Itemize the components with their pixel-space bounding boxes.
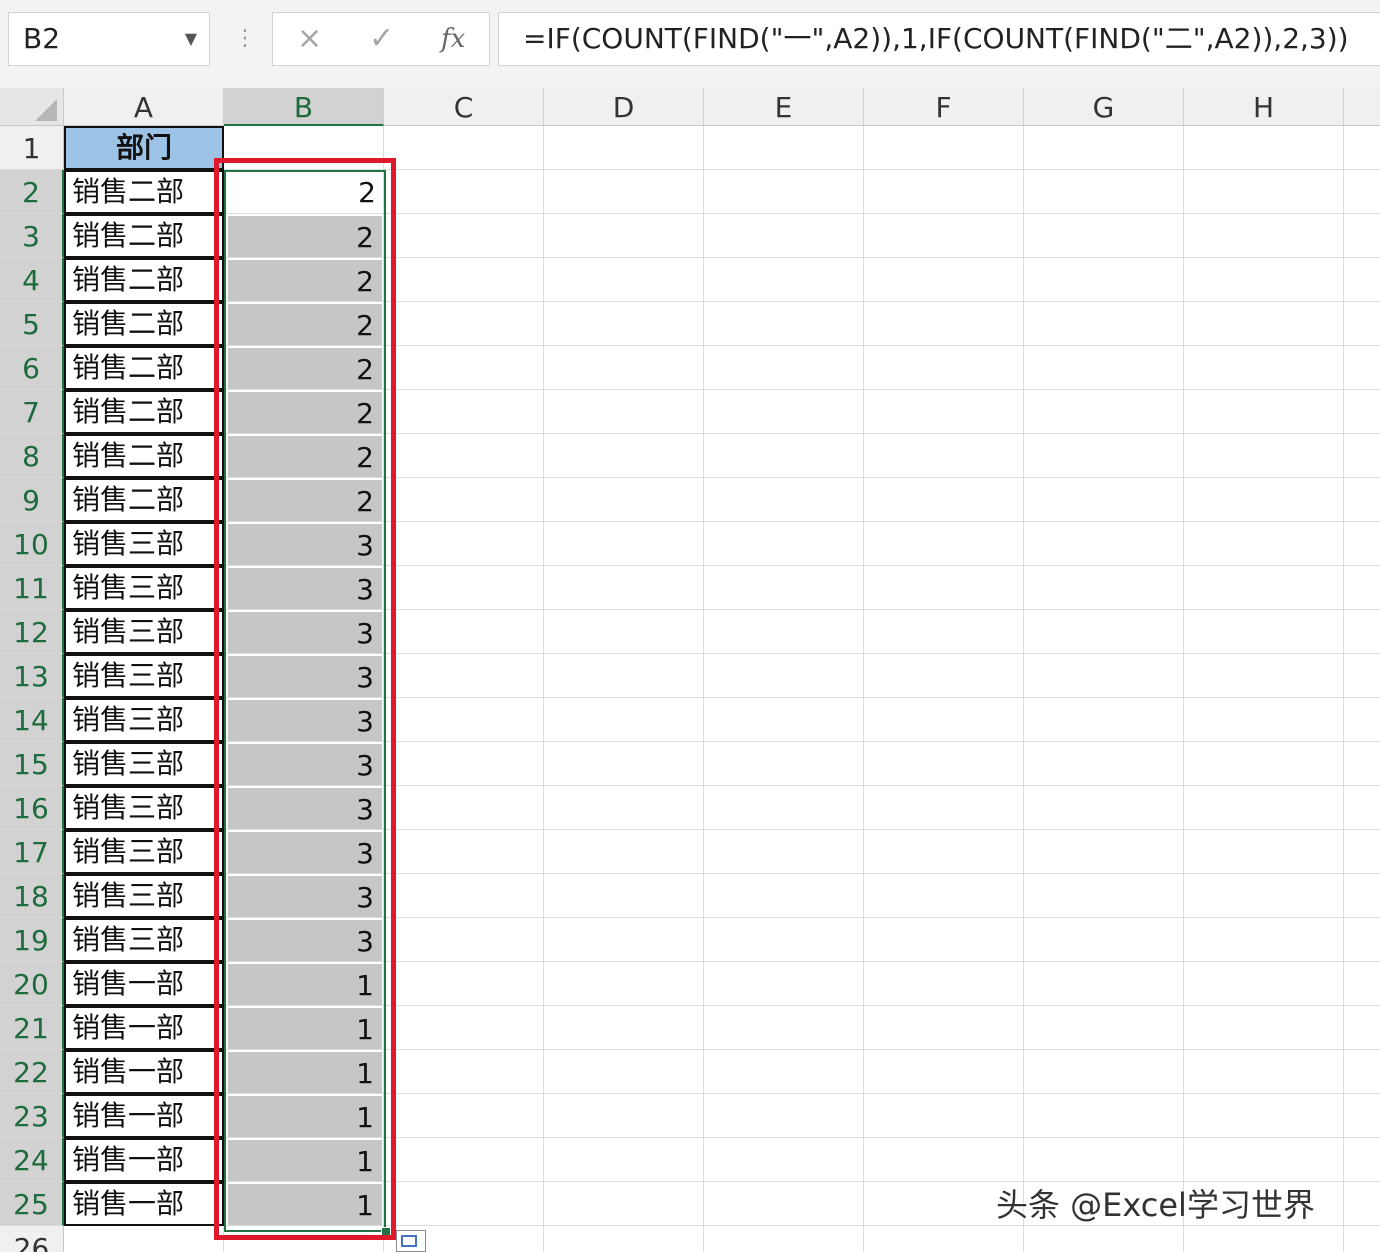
row-header-15[interactable]: 15	[0, 742, 64, 786]
column-header-a[interactable]: A	[64, 88, 224, 126]
row-header-22[interactable]: 22	[0, 1050, 64, 1094]
gridline-vertical	[1023, 126, 1024, 1252]
cell-a7[interactable]: 销售二部	[64, 390, 224, 434]
cell-a25[interactable]: 销售一部	[64, 1182, 224, 1226]
row-header-9[interactable]: 9	[0, 478, 64, 522]
row-header-16[interactable]: 16	[0, 786, 64, 830]
formula-bar-area: B2 ▼ ⋮ × ✓ fx =IF(COUNT(FIND("一",A2)),1,…	[0, 0, 1380, 88]
cell-a14[interactable]: 销售三部	[64, 698, 224, 742]
spreadsheet-grid[interactable]: A B C D E F G H 1 2 3 4 5 6 7 8 9 10 11 12 13 14 15 16 17 18 19 20 2…	[0, 88, 1380, 1252]
row-header-26[interactable]: 26	[0, 1226, 64, 1252]
cell-a20[interactable]: 销售一部	[64, 962, 224, 1006]
cell-a11[interactable]: 销售三部	[64, 566, 224, 610]
formula-input[interactable]: =IF(COUNT(FIND("一",A2)),1,IF(COUNT(FIND(…	[498, 12, 1380, 66]
cell-a21[interactable]: 销售一部	[64, 1006, 224, 1050]
cell-a3[interactable]: 销售二部	[64, 214, 224, 258]
row-header-14[interactable]: 14	[0, 698, 64, 742]
row-header-18[interactable]: 18	[0, 874, 64, 918]
formula-buttons: × ✓ fx	[272, 12, 490, 66]
column-header-g[interactable]: G	[1024, 88, 1184, 126]
cell-a9[interactable]: 销售二部	[64, 478, 224, 522]
more-options-icon[interactable]: ⋮	[234, 22, 256, 56]
highlight-box	[214, 158, 396, 1240]
gridline-vertical	[543, 126, 544, 1252]
row-header-7[interactable]: 7	[0, 390, 64, 434]
column-header-h[interactable]: H	[1184, 88, 1344, 126]
insert-function-icon[interactable]: fx	[441, 13, 465, 65]
cell-a1-header[interactable]: 部门	[64, 126, 224, 170]
gridline-vertical	[1183, 126, 1184, 1252]
gridline-vertical	[1343, 126, 1344, 1252]
column-header-partial	[1344, 88, 1380, 126]
row-header-6[interactable]: 6	[0, 346, 64, 390]
column-header-f[interactable]: F	[864, 88, 1024, 126]
cell-a4[interactable]: 销售二部	[64, 258, 224, 302]
row-header-13[interactable]: 13	[0, 654, 64, 698]
cell-a10[interactable]: 销售三部	[64, 522, 224, 566]
row-header-24[interactable]: 24	[0, 1138, 64, 1182]
gridline-vertical	[703, 126, 704, 1252]
row-header-8[interactable]: 8	[0, 434, 64, 478]
cell-a2[interactable]: 销售二部	[64, 170, 224, 214]
cell-a17[interactable]: 销售三部	[64, 830, 224, 874]
row-header-1[interactable]: 1	[0, 126, 64, 170]
row-header-23[interactable]: 23	[0, 1094, 64, 1138]
select-all-corner[interactable]	[0, 88, 64, 126]
column-header-b[interactable]: B	[224, 88, 384, 126]
cell-a5[interactable]: 销售二部	[64, 302, 224, 346]
cell-a16[interactable]: 销售三部	[64, 786, 224, 830]
row-header-3[interactable]: 3	[0, 214, 64, 258]
quick-analysis-icon[interactable]	[396, 1230, 426, 1252]
cell-a12[interactable]: 销售三部	[64, 610, 224, 654]
column-header-c[interactable]: C	[384, 88, 544, 126]
row-header-4[interactable]: 4	[0, 258, 64, 302]
watermark: 头条 @Excel学习世界	[996, 1186, 1315, 1224]
chevron-down-icon[interactable]: ▼	[185, 13, 197, 65]
row-header-25[interactable]: 25	[0, 1182, 64, 1226]
cell-a15[interactable]: 销售三部	[64, 742, 224, 786]
row-header-2[interactable]: 2	[0, 170, 64, 214]
name-box[interactable]: B2 ▼	[8, 12, 210, 66]
column-header-d[interactable]: D	[544, 88, 704, 126]
row-header-12[interactable]: 12	[0, 610, 64, 654]
cell-a24[interactable]: 销售一部	[64, 1138, 224, 1182]
row-header-10[interactable]: 10	[0, 522, 64, 566]
row-header-11[interactable]: 11	[0, 566, 64, 610]
cell-a8[interactable]: 销售二部	[64, 434, 224, 478]
enter-icon[interactable]: ✓	[369, 13, 394, 65]
row-header-19[interactable]: 19	[0, 918, 64, 962]
cell-a19[interactable]: 销售三部	[64, 918, 224, 962]
cancel-icon[interactable]: ×	[297, 13, 322, 65]
row-header-5[interactable]: 5	[0, 302, 64, 346]
row-header-17[interactable]: 17	[0, 830, 64, 874]
column-header-e[interactable]: E	[704, 88, 864, 126]
row-header-20[interactable]: 20	[0, 962, 64, 1006]
row-header-21[interactable]: 21	[0, 1006, 64, 1050]
name-box-value: B2	[23, 22, 61, 55]
cell-a23[interactable]: 销售一部	[64, 1094, 224, 1138]
gridline-vertical	[863, 126, 864, 1252]
cell-a18[interactable]: 销售三部	[64, 874, 224, 918]
cell-a22[interactable]: 销售一部	[64, 1050, 224, 1094]
cell-a6[interactable]: 销售二部	[64, 346, 224, 390]
cell-a13[interactable]: 销售三部	[64, 654, 224, 698]
